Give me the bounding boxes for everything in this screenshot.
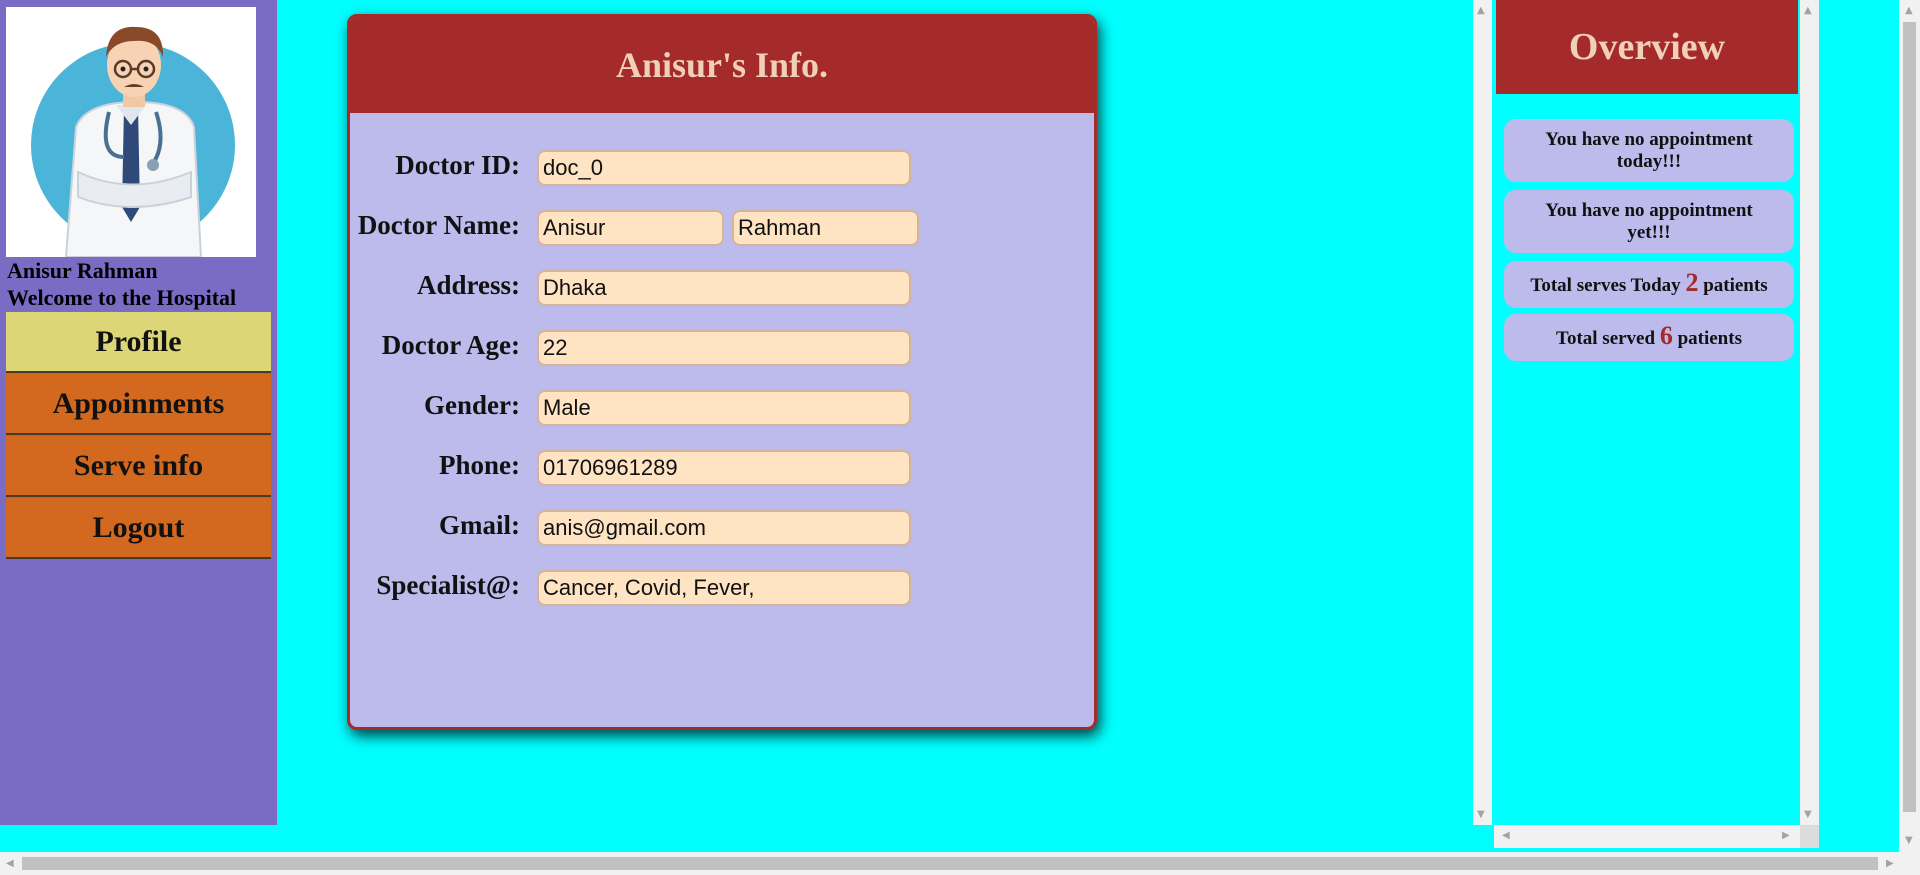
scroll-right-arrow-icon[interactable]: ▶ bbox=[1886, 859, 1894, 869]
main-content-frame: Anisur's Info. Doctor ID: doc_0 Doctor N… bbox=[277, 0, 1492, 825]
scroll-down-arrow-icon[interactable]: ▼ bbox=[1905, 836, 1913, 846]
scroll-left-arrow-icon[interactable]: ◀ bbox=[6, 859, 14, 869]
served-today-text: Total serves Today 2 patients bbox=[1530, 270, 1768, 297]
gender-label: Gender: bbox=[424, 390, 520, 420]
scroll-up-arrow-icon[interactable]: ▲ bbox=[1905, 6, 1913, 16]
overview-frame: Overview You have no appointment today!!… bbox=[1494, 0, 1819, 848]
scroll-right-arrow-icon[interactable]: ▶ bbox=[1782, 831, 1790, 841]
gender-field[interactable]: Male bbox=[537, 390, 911, 426]
doctor-id-label: Doctor ID: bbox=[395, 150, 520, 180]
total-served-suffix: patients bbox=[1677, 328, 1742, 349]
page-vertical-scroll-thumb[interactable] bbox=[1903, 22, 1916, 812]
doctor-age-field[interactable]: 22 bbox=[537, 330, 911, 366]
user-name: Anisur Rahman bbox=[7, 258, 158, 283]
total-served-prefix: Total served bbox=[1556, 328, 1656, 349]
page-horizontal-scrollbar[interactable]: ◀ ▶ bbox=[0, 852, 1920, 875]
overview-title: Overview bbox=[1568, 26, 1726, 68]
phone-field[interactable]: 01706961289 bbox=[537, 450, 911, 486]
overview-horizontal-scrollbar[interactable]: ◀ ▶ bbox=[1494, 825, 1800, 848]
served-today-prefix: Total serves Today bbox=[1530, 275, 1681, 296]
nav-profile-button[interactable]: Profile bbox=[6, 312, 271, 373]
total-served-count: 6 bbox=[1659, 321, 1673, 350]
doctor-id-field[interactable]: doc_0 bbox=[537, 150, 911, 186]
scroll-left-arrow-icon[interactable]: ◀ bbox=[1502, 831, 1510, 841]
specialist-field[interactable]: Cancer, Covid, Fever, bbox=[537, 570, 911, 606]
doctor-avatar bbox=[6, 7, 256, 258]
scroll-up-arrow-icon[interactable]: ▲ bbox=[1804, 6, 1812, 16]
doctor-info-card: Anisur's Info. Doctor ID: doc_0 Doctor N… bbox=[347, 14, 1097, 730]
first-name-field[interactable]: Anisur bbox=[537, 210, 724, 246]
scroll-down-arrow-icon[interactable]: ▼ bbox=[1804, 810, 1812, 820]
served-today-count: 2 bbox=[1685, 268, 1699, 297]
address-field[interactable]: Dhaka bbox=[537, 270, 911, 306]
served-today-card: Total serves Today 2 patients bbox=[1504, 261, 1794, 308]
doctor-name-label: Doctor Name: bbox=[357, 210, 520, 240]
total-served-text: Total served 6 patients bbox=[1556, 323, 1742, 350]
page-horizontal-scroll-thumb[interactable] bbox=[22, 857, 1878, 870]
doctor-age-label: Doctor Age: bbox=[381, 330, 520, 360]
address-label: Address: bbox=[416, 270, 520, 300]
total-served-card: Total served 6 patients bbox=[1504, 314, 1794, 361]
info-header: Anisur's Info. bbox=[350, 17, 1094, 113]
served-today-suffix: patients bbox=[1703, 275, 1768, 296]
no-appointment-yet-text: You have no appointment yet!!! bbox=[1545, 199, 1753, 243]
no-appointment-today-card: You have no appointment today!!! bbox=[1504, 119, 1794, 182]
nav-serve-info-button[interactable]: Serve info bbox=[6, 436, 271, 497]
specialist-label: Specialist@: bbox=[376, 570, 520, 600]
sidebar: Anisur Rahman Welcome to the Hospital Pr… bbox=[0, 0, 277, 825]
nav-logout-button[interactable]: Logout bbox=[6, 498, 271, 559]
gmail-field[interactable]: anis@gmail.com bbox=[537, 510, 911, 546]
info-title: Anisur's Info. bbox=[615, 45, 829, 85]
overview-vertical-scrollbar[interactable]: ▲ ▼ bbox=[1800, 0, 1819, 825]
no-appointment-today-text: You have no appointment today!!! bbox=[1545, 128, 1753, 172]
overview-header: Overview bbox=[1496, 0, 1798, 94]
scroll-up-arrow-icon[interactable]: ▲ bbox=[1477, 6, 1485, 16]
gmail-label: Gmail: bbox=[439, 510, 520, 540]
main-vertical-scrollbar[interactable]: ▲ ▼ bbox=[1473, 0, 1492, 825]
phone-label: Phone: bbox=[439, 450, 520, 480]
nav-appointments-button[interactable]: Appoinments bbox=[6, 374, 271, 435]
last-name-field[interactable]: Rahman bbox=[732, 210, 919, 246]
scrollbar-corner bbox=[1800, 825, 1819, 848]
page-vertical-scrollbar[interactable]: ▲ ▼ bbox=[1899, 0, 1920, 852]
welcome-text: Welcome to the Hospital bbox=[7, 285, 237, 310]
scroll-down-arrow-icon[interactable]: ▼ bbox=[1477, 810, 1485, 820]
no-appointment-yet-card: You have no appointment yet!!! bbox=[1504, 190, 1794, 253]
